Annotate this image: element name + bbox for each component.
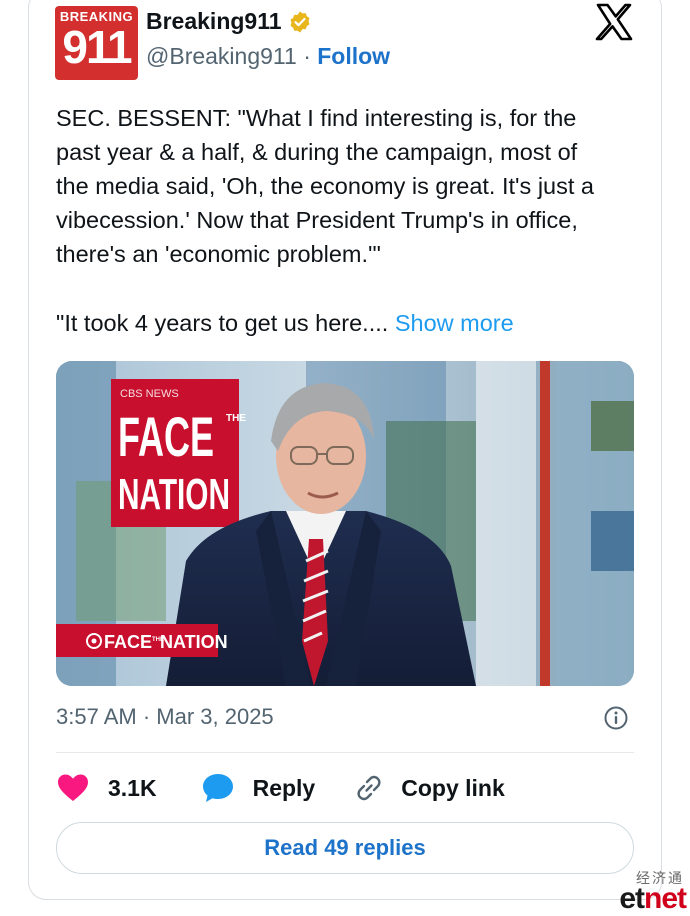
account-name[interactable]: Breaking911 (146, 8, 282, 35)
watermark-logo: etnet (619, 882, 687, 916)
link-icon (357, 775, 381, 801)
tweet-truncated-text: "It took 4 years to get us here.... (56, 310, 389, 336)
lower-third-nation: NATION (160, 632, 228, 652)
network-tag: CBS NEWS (120, 388, 179, 400)
reply-button[interactable]: Reply (201, 772, 316, 804)
tweet-text-line: past year & a half, & during the campaig… (56, 139, 578, 165)
lower-third-face: FACE (104, 632, 152, 652)
tweet-text-line: the media said, 'Oh, the economy is grea… (56, 173, 594, 199)
tweet-text: SEC. BESSENT: "What I find interesting i… (56, 101, 636, 271)
tweet-text-line: SEC. BESSENT: "What I find interesting i… (56, 105, 577, 131)
watermark-logo-et: et (619, 882, 645, 915)
verified-badge-icon (290, 11, 310, 32)
handle-row: @Breaking911 · Follow (146, 43, 390, 70)
account-avatar[interactable]: BREAKING 911 (55, 6, 138, 80)
account-name-row[interactable]: Breaking911 (146, 8, 312, 35)
reply-label: Reply (252, 774, 316, 801)
sign-face-text: FACE (118, 405, 214, 468)
account-handle[interactable]: @Breaking911 (146, 43, 297, 69)
video-frame: CBS NEWS FACE THE NATION FACE THE NATION (56, 361, 634, 686)
handle-separator: · (303, 43, 311, 69)
tweet-truncated-line: "It took 4 years to get us here.... Show… (56, 306, 514, 340)
read-replies-button[interactable]: Read 49 replies (56, 822, 634, 874)
sign-the-text: THE (226, 413, 246, 424)
copy-link-button[interactable]: Copy link (353, 772, 505, 804)
like-button[interactable]: 3.1K (56, 773, 157, 803)
watermark-logo-net: net (644, 882, 687, 915)
follow-button[interactable]: Follow (317, 43, 390, 69)
copy-link-label: Copy link (401, 774, 505, 801)
etnet-watermark: 经济通 etnet (604, 866, 688, 916)
divider (56, 752, 634, 753)
tweet-text-line: there's an 'economic problem.'" (56, 241, 381, 267)
heart-icon (58, 774, 88, 801)
tweet-timestamp[interactable]: 3:57 AM · Mar 3, 2025 (56, 704, 274, 730)
like-count: 3.1K (108, 774, 157, 801)
info-icon[interactable] (603, 705, 629, 731)
reply-bubble-icon (202, 774, 233, 802)
avatar-label-number: 911 (62, 21, 132, 73)
action-bar: 3.1K Reply Copy link (56, 768, 634, 808)
video-media[interactable]: CBS NEWS FACE THE NATION FACE THE NATION (56, 361, 634, 686)
sign-nation-text: NATION (118, 470, 230, 519)
tweet-text-line: vibecession.' Now that President Trump's… (56, 207, 578, 233)
show-more-link[interactable]: Show more (395, 310, 514, 336)
x-logo-icon[interactable] (594, 2, 634, 42)
